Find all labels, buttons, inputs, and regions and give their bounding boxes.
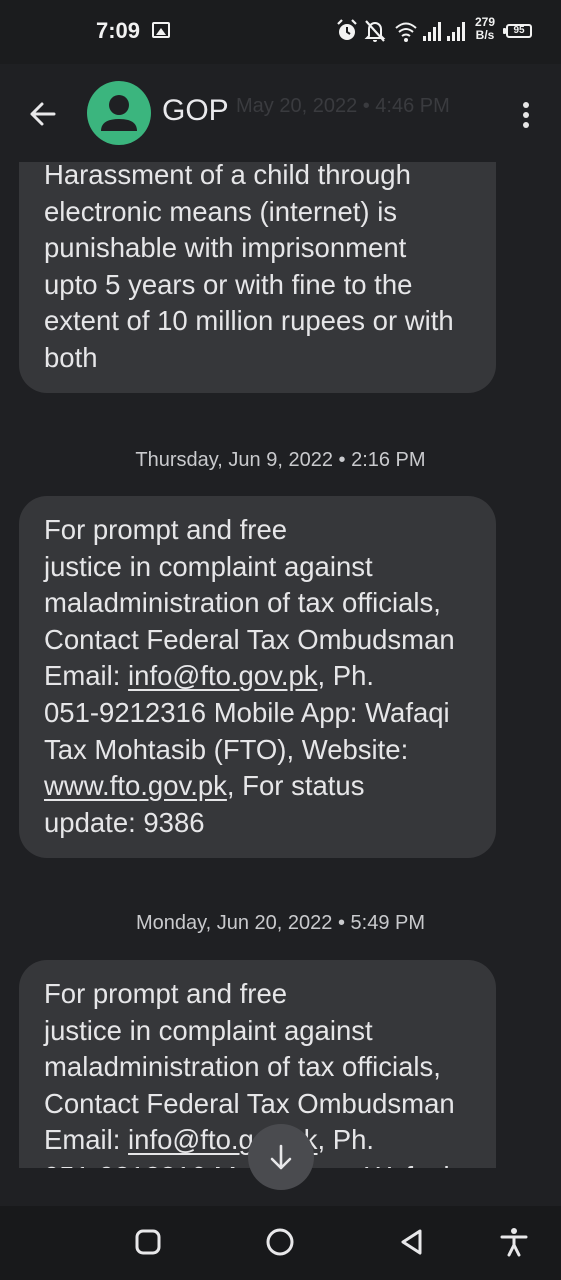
message-line: Tax Mohtasib (FTO), Website: <box>44 733 409 765</box>
arrow-down-icon <box>270 1144 292 1170</box>
image-icon <box>152 22 170 38</box>
home-icon[interactable] <box>264 1226 296 1258</box>
status-time: 7:09 <box>96 18 141 43</box>
message-line: both <box>44 341 98 373</box>
alarm-icon <box>337 19 357 40</box>
message-line: Email: info@fto.gov.pk, Ph. <box>44 658 476 695</box>
message-line: maladministration of tax officials, <box>44 587 441 619</box>
person-icon <box>101 95 137 131</box>
network-speed-unit: B/s <box>475 28 495 42</box>
message-bubble[interactable]: For prompt and free justice in complaint… <box>19 496 496 858</box>
accessibility-icon[interactable] <box>498 1226 530 1258</box>
date-separator: Thursday, Jun 9, 2022 • 2:16 PM <box>135 449 426 471</box>
message-line: maladministration of tax officials, <box>44 1051 441 1083</box>
message-line: www.fto.gov.pk, For status <box>44 768 476 805</box>
message-line: punishable with imprisonment <box>44 232 407 264</box>
scroll-to-bottom-button[interactable] <box>248 1124 314 1190</box>
battery-indicator: 95 <box>503 24 532 38</box>
message-text: Email: <box>44 1124 129 1156</box>
contact-name[interactable]: GOP <box>162 94 229 128</box>
message-line: Contact Federal Tax Ombudsman <box>44 623 455 655</box>
message-text: Email: <box>44 660 129 692</box>
email-link[interactable]: info@fto.gov.pk <box>128 660 317 691</box>
message-line: justice in complaint against <box>44 550 373 582</box>
message-line: electronic means (internet) is <box>44 195 398 227</box>
message-list[interactable]: Harassment of a child through electronic… <box>0 162 561 1168</box>
navigation-bar <box>0 1206 561 1280</box>
message-line: justice in complaint against <box>44 1014 373 1046</box>
contact-avatar[interactable] <box>87 81 151 145</box>
network-speed: 279 B/s <box>470 16 500 42</box>
bell-off-icon <box>364 20 386 42</box>
status-bar: 7:09 279 B/s 95 <box>0 0 561 64</box>
header-date: May 20, 2022 • 4:46 PM <box>236 95 450 117</box>
message-text: , Ph. <box>317 660 375 692</box>
message-line: For prompt and free <box>44 514 288 545</box>
conversation-header: GOP May 20, 2022 • 4:46 PM <box>0 64 561 162</box>
website-link[interactable]: www.fto.gov.pk <box>44 770 227 801</box>
back-arrow-icon[interactable] <box>22 92 66 136</box>
message-bubble[interactable]: Harassment of a child through electronic… <box>19 162 496 393</box>
message-line: 051-9212316 Mobile App: Wafaqi <box>44 696 450 728</box>
message-line: Contact Federal Tax Ombudsman <box>44 1087 455 1119</box>
message-line: Harassment of a child through <box>44 162 411 190</box>
message-text: , Ph. <box>317 1124 375 1156</box>
message-line: update: 9386 <box>44 806 205 838</box>
date-separator: Monday, Jun 20, 2022 • 5:49 PM <box>135 912 426 934</box>
signal-icon <box>447 22 465 41</box>
back-triangle-icon[interactable] <box>396 1226 428 1258</box>
message-line: upto 5 years or with fine to the <box>44 268 413 300</box>
more-options-icon[interactable] <box>514 92 538 136</box>
wifi-icon <box>395 22 417 42</box>
message-text: , For status <box>226 770 365 802</box>
message-line: For prompt and free <box>44 978 288 1009</box>
recents-icon[interactable] <box>132 1226 164 1258</box>
signal-icon <box>423 22 441 41</box>
message-line: extent of 10 million rupees or with <box>44 305 454 337</box>
